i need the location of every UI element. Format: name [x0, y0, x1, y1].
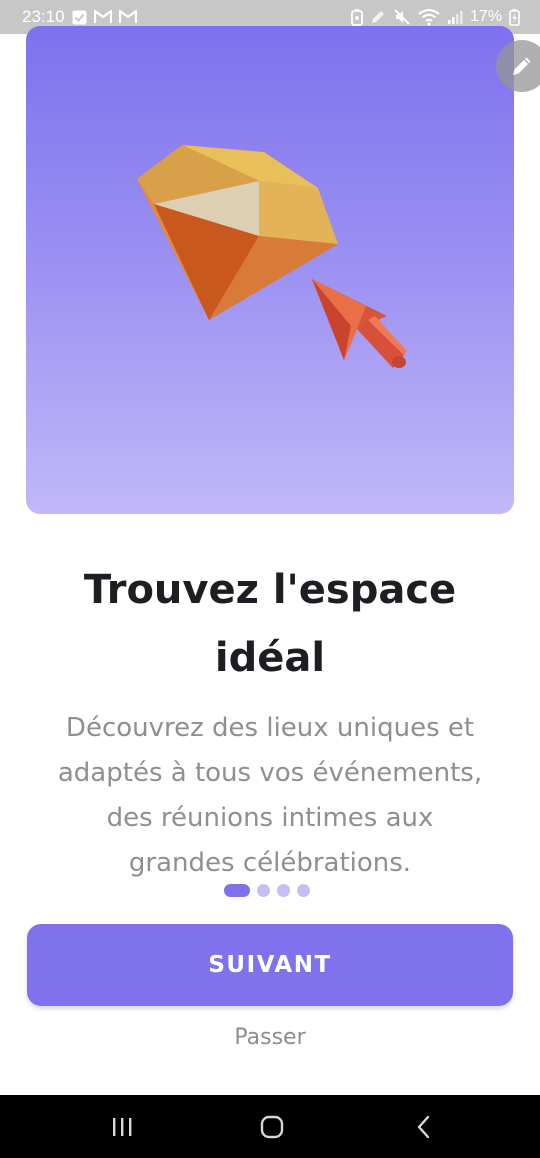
onboarding-description: Découvrez des lieux uniques et adaptés à…	[20, 706, 520, 886]
page-dot-active[interactable]	[224, 884, 250, 897]
edit-pencil-icon	[370, 9, 386, 25]
description-line: adaptés à tous vos événements,	[57, 758, 483, 788]
system-navigation-bar	[0, 1095, 540, 1158]
title-line: Trouvez l'espace	[83, 567, 457, 613]
battery-charging-icon	[509, 8, 520, 26]
wifi-icon	[418, 8, 440, 26]
title-line: idéal	[214, 635, 326, 681]
signal-icon	[447, 9, 463, 25]
page-dot[interactable]	[277, 884, 290, 897]
home-button[interactable]	[232, 1095, 312, 1158]
gmail-icon	[93, 10, 112, 24]
status-bar-right: 17%	[351, 8, 520, 26]
page-dot[interactable]	[257, 884, 270, 897]
back-icon	[417, 1115, 430, 1138]
pencil-icon	[513, 57, 531, 75]
status-time: 23:10	[22, 7, 65, 26]
edit-button[interactable]	[496, 40, 540, 92]
onboarding-title: Trouvez l'espace idéal	[40, 556, 500, 692]
battery-percentage: 17%	[469, 8, 502, 25]
home-icon	[260, 1115, 284, 1138]
diamond-and-cursor-icon	[137, 145, 407, 368]
battery-saver-icon	[351, 8, 363, 26]
hero-illustration-card	[26, 26, 514, 514]
page-dot[interactable]	[297, 884, 310, 897]
description-line: grandes célébrations.	[128, 848, 412, 878]
gmail-icon	[118, 10, 137, 24]
description-line: Découvrez des lieux uniques et	[65, 713, 475, 743]
check-box-icon	[72, 10, 87, 25]
back-button[interactable]	[384, 1095, 464, 1158]
next-button[interactable]: SUIVANT	[27, 924, 513, 1006]
recent-apps-icon	[113, 1117, 132, 1136]
description-line: des réunions intimes aux	[106, 803, 434, 833]
mute-icon	[393, 8, 411, 26]
recent-apps-button[interactable]	[82, 1095, 162, 1158]
skip-link[interactable]: Passer	[170, 1018, 370, 1058]
status-bar-left: 23:10	[22, 7, 137, 27]
page-indicator	[224, 884, 310, 897]
